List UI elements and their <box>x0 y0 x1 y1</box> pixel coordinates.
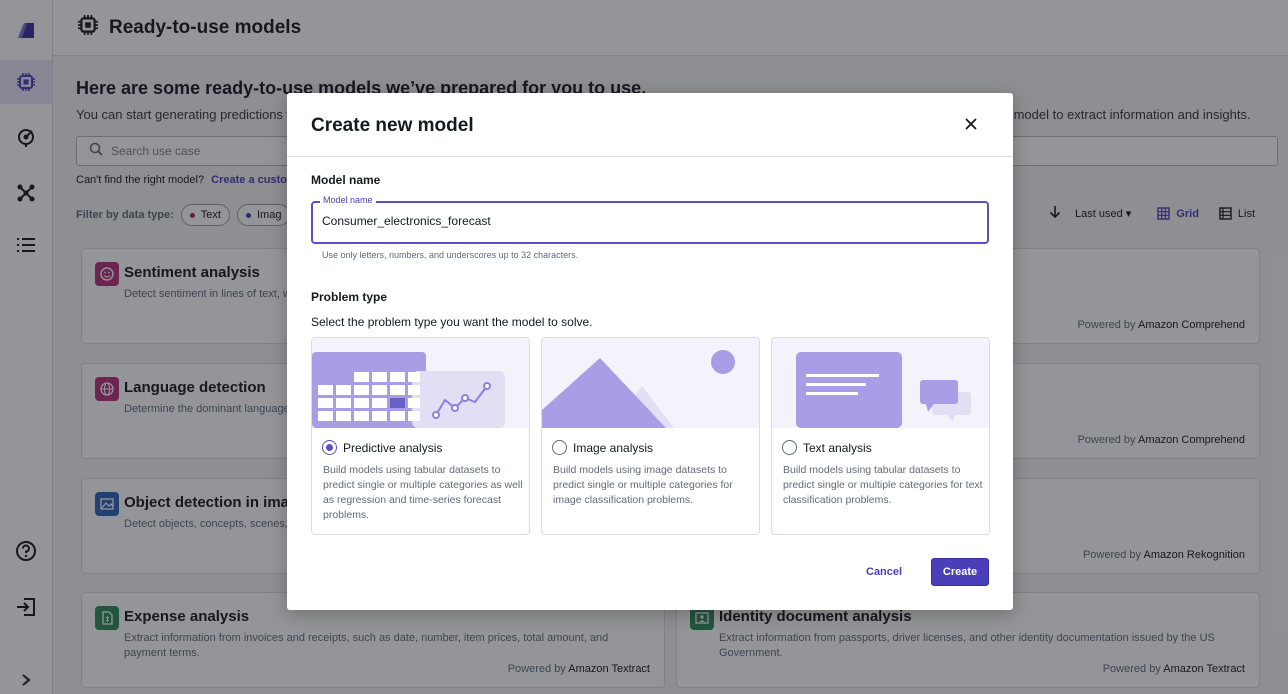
option-predictive-analysis[interactable]: Predictive analysis Build models using t… <box>311 337 530 535</box>
predictive-illustration <box>312 338 529 428</box>
close-icon <box>965 118 977 130</box>
model-name-input[interactable] <box>322 214 962 228</box>
create-button[interactable]: Create <box>931 558 989 586</box>
close-button[interactable] <box>963 116 979 132</box>
create-model-dialog: Create new model Model name Model name U… <box>287 93 1013 610</box>
text-illustration <box>772 338 989 428</box>
model-name-hint: Use only letters, numbers, and underscor… <box>322 250 579 260</box>
problem-type-section-label: Problem type <box>311 290 388 304</box>
option-description: Build models using image datasets to pre… <box>553 464 733 506</box>
image-illustration <box>542 338 759 428</box>
radio-text[interactable] <box>782 440 797 455</box>
option-title: Predictive analysis <box>343 441 443 455</box>
radio-image[interactable] <box>552 440 567 455</box>
dialog-header: Create new model <box>287 93 1013 157</box>
option-description: Build models using tabular datasets to p… <box>323 464 523 521</box>
option-text-analysis[interactable]: Text analysis Build models using tabular… <box>771 337 990 535</box>
problem-type-description: Select the problem type you want the mod… <box>311 315 593 329</box>
option-title: Image analysis <box>573 441 654 455</box>
option-description: Build models using tabular datasets to p… <box>783 464 983 506</box>
option-image-analysis[interactable]: Image analysis Build models using image … <box>541 337 760 535</box>
radio-predictive[interactable] <box>322 440 337 455</box>
option-title: Text analysis <box>803 441 872 455</box>
model-name-floating-label: Model name <box>320 195 376 205</box>
dialog-title: Create new model <box>311 115 474 136</box>
model-name-field[interactable]: Model name <box>311 195 989 244</box>
cancel-button[interactable]: Cancel <box>866 566 902 578</box>
model-name-section-label: Model name <box>311 173 381 187</box>
